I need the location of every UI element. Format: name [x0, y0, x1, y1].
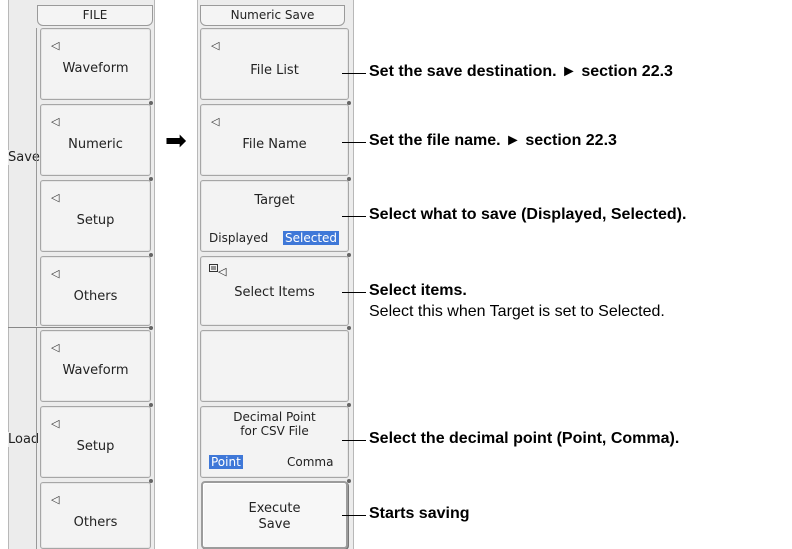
softkey-indicator-icon: ◁ [51, 417, 60, 430]
file-list-label: File List [250, 63, 299, 78]
file-list-key[interactable]: ◁ File List [200, 28, 349, 100]
save-waveform-label: Waveform [62, 61, 129, 76]
divider-dot [149, 101, 153, 105]
divider-dot [149, 326, 153, 330]
softkey-indicator-icon: ◁ [51, 493, 60, 506]
save-waveform-key[interactable]: ◁ Waveform [40, 28, 151, 100]
navigate-arrow-icon: ➡ [165, 126, 187, 156]
save-numeric-label: Numeric [68, 137, 123, 152]
decimal-point-label-line1: Decimal Point [233, 410, 316, 424]
load-waveform-label: Waveform [62, 363, 129, 378]
load-others-key[interactable]: ◁ Others [40, 482, 151, 549]
annotation-select-items: Select items. [369, 282, 467, 299]
save-load-divider [8, 327, 153, 328]
save-numeric-key[interactable]: ◁ Numeric [40, 104, 151, 176]
annotation-decimal-point: Select the decimal point (Point, Comma). [369, 430, 680, 447]
divider-dot [347, 479, 351, 483]
leader-line-target [342, 216, 366, 217]
divider-dot [149, 479, 153, 483]
decimal-point-key[interactable]: Decimal Point for CSV File Point Comma [200, 406, 349, 478]
load-others-label: Others [73, 515, 118, 530]
save-group-bracket [36, 28, 37, 326]
divider-dot [149, 253, 153, 257]
load-group-bracket [36, 328, 37, 549]
file-name-key[interactable]: ◁ File Name [200, 104, 349, 176]
divider-dot [347, 403, 351, 407]
softkey-indicator-icon: ◁ [51, 39, 60, 52]
softkey-indicator-icon: ◁ [211, 39, 220, 52]
decimal-option-point[interactable]: Point [209, 455, 243, 469]
load-setup-key[interactable]: ◁ Setup [40, 406, 151, 478]
leader-line-execute [342, 515, 366, 516]
select-items-key[interactable]: ◁ Select Items [200, 256, 349, 326]
softkey-indicator-icon: ◁ [51, 191, 60, 204]
leader-line-select-items [342, 292, 366, 293]
annotation-target: Select what to save (Displayed, Selected… [369, 206, 687, 223]
numeric-save-title: Numeric Save [200, 5, 345, 26]
target-option-displayed[interactable]: Displayed [209, 231, 268, 245]
save-setup-key[interactable]: ◁ Setup [40, 180, 151, 252]
divider-dot [347, 101, 351, 105]
save-others-label: Others [73, 289, 118, 304]
softkey-indicator-icon: ◁ [218, 265, 227, 278]
empty-key [200, 330, 349, 402]
softkey-indicator-icon: ◁ [51, 115, 60, 128]
leader-line-decimal-point [342, 440, 366, 441]
annotation-execute: Starts saving [369, 505, 470, 522]
leader-line-file-list [342, 73, 366, 74]
execute-label-line1: Execute [248, 501, 301, 516]
divider-dot [347, 253, 351, 257]
file-name-label: File Name [242, 137, 307, 152]
divider-dot [347, 177, 351, 181]
load-group-label: Load [8, 432, 40, 447]
divider-dot [149, 177, 153, 181]
target-option-selected[interactable]: Selected [283, 231, 340, 245]
save-others-key[interactable]: ◁ Others [40, 256, 151, 326]
divider-dot [149, 403, 153, 407]
execute-save-button[interactable]: Execute Save [201, 481, 348, 549]
softkey-indicator-icon: ◁ [51, 341, 60, 354]
decimal-option-comma[interactable]: Comma [287, 455, 333, 469]
annotation-file-name: Set the file name. ► section 22.3 [369, 132, 617, 149]
target-key[interactable]: Target Displayed Selected [200, 180, 349, 252]
load-setup-label: Setup [76, 439, 115, 454]
annotation-select-items-note: Select this when Target is set to Select… [369, 303, 665, 320]
softkey-indicator-icon: ◁ [51, 267, 60, 280]
save-setup-label: Setup [76, 213, 115, 228]
leader-line-file-name [342, 142, 366, 143]
annotation-file-list: Set the save destination. ► section 22.3 [369, 63, 673, 80]
decimal-point-label-line2: for CSV File [240, 424, 309, 438]
file-menu-title: FILE [37, 5, 153, 26]
target-label: Target [254, 193, 295, 208]
execute-label-line2: Save [258, 517, 291, 532]
select-items-label: Select Items [234, 285, 315, 300]
divider-dot [347, 326, 351, 330]
softkey-indicator-icon: ◁ [211, 115, 220, 128]
load-waveform-key[interactable]: ◁ Waveform [40, 330, 151, 402]
